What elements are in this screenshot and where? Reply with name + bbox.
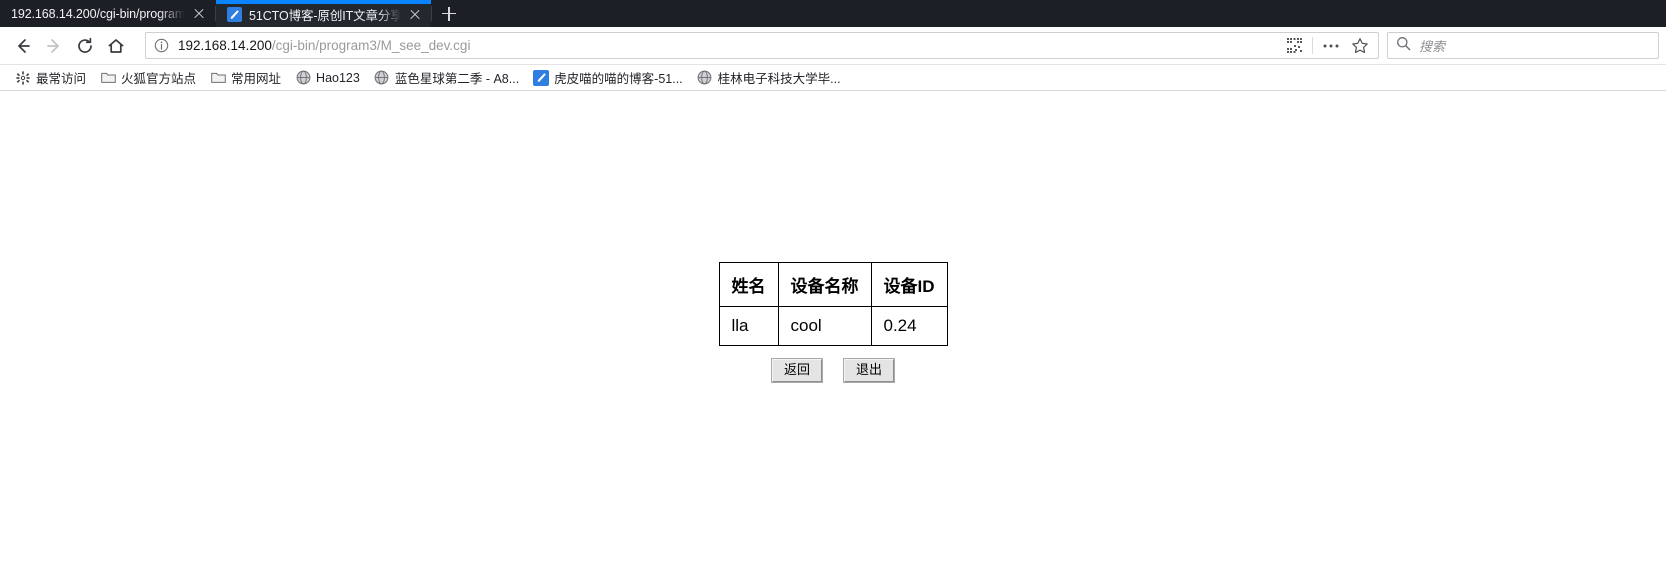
table-header: 姓名 设备名称 设备ID [718, 262, 948, 307]
address-bar-actions [1280, 33, 1374, 58]
blue-pen-icon [533, 69, 550, 86]
cell-name: lla [718, 306, 779, 346]
table-header-row: 姓名 设备名称 设备ID [718, 262, 948, 307]
tab-title: 51CTO博客-原创IT文章分享平 [249, 9, 401, 23]
back-button[interactable] [7, 31, 38, 61]
tab-title: 192.168.14.200/cgi-bin/program [11, 6, 185, 21]
bookmark-label: Hao123 [316, 70, 360, 85]
cell-device-id: 0.24 [870, 306, 948, 346]
search-box[interactable]: 搜索 [1387, 32, 1659, 59]
page-content: 姓名 设备名称 设备ID lla cool 0.24 返回 退出 [0, 91, 1666, 577]
bookmark-item-hao123[interactable]: Hao123 [289, 68, 368, 88]
search-input[interactable]: 搜索 [1419, 36, 1445, 55]
back-button[interactable]: 返回 [770, 358, 824, 383]
bookmark-item-common-sites[interactable]: 常用网址 [204, 66, 289, 89]
reload-button[interactable] [69, 31, 100, 61]
bookmark-label: 常用网址 [231, 72, 282, 86]
bookmark-label: 虎皮喵的喵的博客-51... [554, 72, 683, 86]
star-icon[interactable] [1346, 33, 1374, 58]
qr-code-icon[interactable] [1280, 33, 1308, 58]
home-button[interactable] [100, 31, 131, 61]
url-path: /cgi-bin/program3/M_see_dev.cgi [271, 38, 471, 53]
table-row: lla cool 0.24 [718, 306, 948, 346]
exit-button[interactable]: 退出 [842, 358, 896, 383]
table-body: lla cool 0.24 [718, 306, 948, 346]
column-header-device-id: 设备ID [870, 262, 948, 307]
column-header-device-name: 设备名称 [777, 262, 872, 307]
bookmark-item-most-visited[interactable]: 最常访问 [9, 66, 94, 89]
bookmark-item-51cto-blog[interactable]: 虎皮喵的喵的博客-51... [527, 66, 691, 89]
bookmark-label: 蓝色星球第二季 - A8... [394, 72, 520, 86]
column-header-name: 姓名 [718, 262, 779, 307]
browser-tab-strip: 192.168.14.200/cgi-bin/program 51CTO博客-原… [0, 0, 1666, 27]
bookmark-item-firefox-site[interactable]: 火狐官方站点 [94, 66, 204, 89]
url-text: 192.168.14.200/cgi-bin/program3/M_see_de… [178, 38, 1280, 53]
address-bar[interactable]: 192.168.14.200/cgi-bin/program3/M_see_de… [145, 32, 1379, 59]
globe-icon [374, 70, 390, 86]
folder-icon [100, 70, 116, 86]
globe-icon [697, 70, 713, 86]
form-button-row: 返回 退出 [770, 358, 896, 383]
bookmarks-toolbar: 最常访问 火狐官方站点 常用网址 Hao123 蓝色星球第二季 - A8... … [0, 65, 1666, 91]
info-circle-icon[interactable] [154, 38, 170, 54]
bookmark-item-guet[interactable]: 桂林电子科技大学毕... [691, 66, 849, 89]
bookmark-label: 火狐官方站点 [121, 72, 197, 86]
search-icon [1396, 36, 1411, 56]
url-host: 192.168.14.200 [178, 38, 272, 53]
browser-tab-2[interactable]: 51CTO博客-原创IT文章分享平 [216, 0, 431, 27]
navigation-toolbar: 192.168.14.200/cgi-bin/program3/M_see_de… [0, 27, 1666, 65]
new-tab-button[interactable] [432, 0, 466, 27]
bookmark-label: 最常访问 [36, 72, 87, 86]
close-icon[interactable] [192, 7, 206, 21]
folder-icon [210, 70, 226, 86]
close-icon[interactable] [408, 8, 422, 22]
ellipsis-icon[interactable] [1317, 33, 1345, 58]
gear-icon [15, 70, 31, 86]
globe-icon [295, 70, 311, 86]
bookmark-item-blue-planet[interactable]: 蓝色星球第二季 - A8... [368, 66, 527, 89]
forward-button[interactable] [38, 31, 69, 61]
device-info-panel: 姓名 设备名称 设备ID lla cool 0.24 返回 退出 [0, 262, 1666, 383]
blue-pen-icon [227, 7, 242, 22]
device-table: 姓名 设备名称 设备ID lla cool 0.24 [718, 262, 948, 346]
bookmark-label: 桂林电子科技大学毕... [717, 72, 841, 86]
cell-device-name: cool [777, 306, 872, 346]
toolbar-divider [1312, 37, 1313, 54]
browser-tab-1[interactable]: 192.168.14.200/cgi-bin/program [0, 0, 215, 27]
